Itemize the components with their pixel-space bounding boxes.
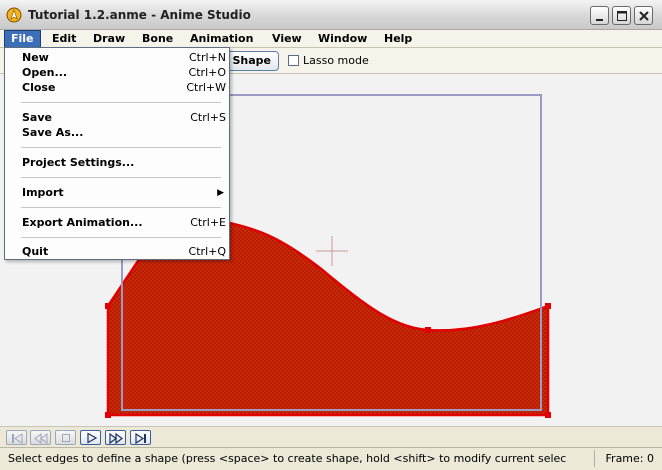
title-bar: Tutorial 1.2.anme - Anime Studio (0, 0, 662, 30)
menu-edit[interactable]: Edit (46, 30, 82, 48)
menu-item-label: Project Settings... (22, 156, 135, 169)
menu-item-import[interactable]: Import ▶ (5, 185, 229, 200)
origin-crosshair-icon (316, 236, 348, 266)
file-menu-dropdown: New Ctrl+N Open... Ctrl+O Close Ctrl+W S… (4, 47, 230, 260)
menu-help[interactable]: Help (378, 30, 418, 48)
menu-item-label: Quit (22, 245, 49, 258)
play-icon (87, 432, 98, 444)
lasso-mode-label: Lasso mode (303, 54, 369, 67)
close-button[interactable] (634, 6, 653, 25)
menu-item-shortcut: Ctrl+N (188, 51, 226, 64)
status-message: Select edges to define a shape (press <s… (8, 452, 567, 465)
menu-bar: File Edit Draw Bone Animation View Windo… (0, 30, 662, 48)
status-bar: Select edges to define a shape (press <s… (0, 447, 662, 470)
window-title: Tutorial 1.2.anme - Anime Studio (28, 8, 251, 22)
rewind-icon (12, 433, 23, 444)
menu-bone[interactable]: Bone (136, 30, 179, 48)
submenu-arrow-icon: ▶ (217, 188, 224, 198)
playback-controls (0, 426, 662, 447)
menu-item-label: Open... (22, 66, 68, 79)
minimize-icon (596, 19, 603, 21)
menu-window[interactable]: Window (312, 30, 373, 48)
menu-item-save-as[interactable]: Save As... (5, 125, 229, 140)
stop-icon (62, 434, 70, 442)
fast-forward-button[interactable] (130, 430, 151, 445)
step-forward-icon (109, 432, 123, 445)
menu-item-project-settings[interactable]: Project Settings... (5, 155, 229, 170)
maximize-icon (617, 11, 627, 21)
play-button[interactable] (80, 430, 101, 445)
menu-separator (21, 177, 221, 178)
menu-item-shortcut: Ctrl+E (190, 216, 226, 229)
menu-item-shortcut: Ctrl+O (188, 66, 226, 79)
menu-item-open[interactable]: Open... Ctrl+O (5, 65, 229, 80)
menu-item-label: Import (22, 186, 64, 199)
app-window: Tutorial 1.2.anme - Anime Studio File Ed… (0, 0, 662, 470)
menu-item-label: Save (22, 111, 52, 124)
menu-file[interactable]: File (4, 30, 41, 48)
create-shape-button[interactable]: Shape (226, 51, 279, 71)
menu-item-label: Save As... (22, 126, 84, 139)
menu-separator (21, 102, 221, 103)
minimize-button[interactable] (590, 6, 609, 25)
stop-button[interactable] (55, 430, 76, 445)
step-back-button[interactable] (30, 430, 51, 445)
menu-separator (21, 147, 221, 148)
menu-item-save[interactable]: Save Ctrl+S (5, 110, 229, 125)
menu-item-export-animation[interactable]: Export Animation... Ctrl+E (5, 215, 229, 230)
menu-item-label: Export Animation... (22, 216, 143, 229)
menu-item-close[interactable]: Close Ctrl+W (5, 80, 229, 95)
menu-item-quit[interactable]: Quit Ctrl+Q (5, 244, 229, 259)
fast-forward-icon (135, 432, 146, 445)
frame-counter: Frame: 0 (605, 452, 654, 465)
menu-item-label: Close (22, 81, 56, 94)
rewind-button[interactable] (6, 430, 27, 445)
menu-draw[interactable]: Draw (87, 30, 131, 48)
menu-view[interactable]: View (266, 30, 308, 48)
app-logo-icon (6, 7, 22, 23)
menu-item-shortcut: Ctrl+Q (188, 245, 226, 258)
menu-item-shortcut: Ctrl+W (186, 81, 226, 94)
menu-separator (21, 207, 221, 208)
menu-item-shortcut: Ctrl+S (190, 111, 226, 124)
status-divider (594, 450, 595, 467)
menu-animation[interactable]: Animation (184, 30, 259, 48)
menu-item-label: New (22, 51, 49, 64)
close-icon (639, 11, 649, 21)
lasso-mode-checkbox[interactable] (288, 55, 299, 66)
menu-item-new[interactable]: New Ctrl+N (5, 50, 229, 65)
maximize-button[interactable] (612, 6, 631, 25)
step-forward-button[interactable] (105, 430, 126, 445)
menu-separator (21, 237, 221, 238)
step-back-icon (34, 433, 48, 444)
